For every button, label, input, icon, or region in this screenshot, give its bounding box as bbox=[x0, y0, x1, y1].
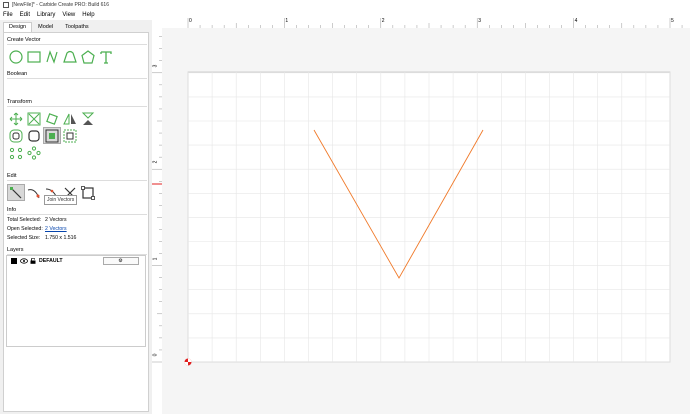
align-icon[interactable] bbox=[61, 127, 79, 144]
bounding-box-icon[interactable] bbox=[79, 184, 97, 201]
eye-icon[interactable] bbox=[20, 258, 28, 264]
menu-view[interactable]: View bbox=[62, 12, 75, 18]
design-panel: Create Vector Boolean Transform Edit Inf… bbox=[3, 32, 149, 412]
align-center-icon[interactable] bbox=[43, 127, 61, 144]
node-edit-icon[interactable] bbox=[7, 184, 25, 201]
window-title: [NewFile]* - Carbide Create PRO: Build 6… bbox=[12, 2, 109, 8]
tab-model[interactable]: Model bbox=[32, 22, 59, 32]
tab-toolpaths[interactable]: Toolpaths bbox=[59, 22, 95, 32]
ruler-x-label: 4 bbox=[574, 18, 578, 24]
ruler-x-label: 3 bbox=[478, 18, 481, 24]
layer-name: DEFAULT bbox=[39, 258, 63, 264]
info-label: Total Selected: bbox=[7, 216, 42, 223]
ruler-y-label: 0 bbox=[152, 353, 159, 357]
ruler-y-label: 1 bbox=[152, 257, 159, 260]
origin-icon bbox=[184, 358, 192, 366]
tab-bar: Design Model Toolpaths bbox=[3, 22, 95, 32]
array-icon[interactable] bbox=[7, 144, 25, 161]
rectangle-icon[interactable] bbox=[25, 48, 43, 65]
section-header: Create Vector bbox=[7, 37, 147, 45]
section-header: Edit bbox=[7, 173, 147, 181]
ruler-x-label: 5 bbox=[671, 18, 674, 24]
gear-icon: ⚙ bbox=[118, 258, 123, 264]
layer-row[interactable]: DEFAULT ⚙ bbox=[7, 256, 145, 266]
open-selected-link[interactable]: 2 Vectors bbox=[45, 226, 67, 232]
layer-color-swatch[interactable] bbox=[11, 258, 17, 264]
section-header: Boolean bbox=[7, 71, 147, 79]
move-icon[interactable] bbox=[7, 110, 25, 127]
polyline-icon[interactable] bbox=[43, 48, 61, 65]
menu-library[interactable]: Library bbox=[37, 12, 55, 18]
tab-design[interactable]: Design bbox=[3, 22, 33, 32]
offset-icon[interactable] bbox=[7, 127, 25, 144]
menu-edit[interactable]: Edit bbox=[20, 12, 30, 18]
tooltip: Join Vectors bbox=[44, 195, 78, 205]
circle-icon[interactable] bbox=[7, 48, 25, 65]
layers-list: DEFAULT ⚙ bbox=[6, 255, 146, 347]
layers-section: Layers bbox=[7, 247, 147, 255]
total-selected-row: Total Selected: 2 Vectors bbox=[7, 215, 147, 224]
design-canvas[interactable]: 0 1 2 3 4 5 3 2 1 0 bbox=[152, 18, 690, 414]
info-value: 2 Vectors bbox=[45, 216, 67, 223]
rotate-icon[interactable] bbox=[43, 110, 61, 127]
info-value: 1.750 x 1.516 bbox=[45, 234, 77, 241]
ruler-x-label: 0 bbox=[189, 18, 192, 24]
scale-icon[interactable] bbox=[25, 110, 43, 127]
trim-icon[interactable] bbox=[25, 184, 43, 201]
menu-help[interactable]: Help bbox=[82, 12, 94, 18]
mirror-icon[interactable] bbox=[61, 110, 79, 127]
menu-file[interactable]: File bbox=[3, 12, 13, 18]
selected-size-row: Selected Size: 1.750 x 1.516 bbox=[7, 233, 147, 242]
layer-settings-button[interactable]: ⚙ bbox=[102, 257, 139, 265]
info-section: Info Total Selected: 2 Vectors Open Sele… bbox=[7, 207, 147, 242]
create-vector-section: Create Vector bbox=[7, 37, 147, 65]
boolean-section: Boolean bbox=[7, 71, 147, 79]
ruler-y-label: 2 bbox=[152, 160, 159, 164]
ruler-x-label: 1 bbox=[285, 18, 289, 24]
fillet-icon[interactable] bbox=[25, 127, 43, 144]
section-header: Transform bbox=[7, 99, 147, 107]
text-icon[interactable] bbox=[97, 48, 115, 65]
info-label: Open Selected: bbox=[7, 225, 43, 232]
section-header: Layers bbox=[7, 247, 147, 255]
title-bar: [NewFile]* - Carbide Create PRO: Build 6… bbox=[0, 0, 690, 10]
polygon-icon[interactable] bbox=[79, 48, 97, 65]
circular-array-icon[interactable] bbox=[25, 144, 43, 161]
flip-icon[interactable] bbox=[79, 110, 97, 127]
open-selected-row: Open Selected: 2 Vectors bbox=[7, 224, 147, 233]
app-icon bbox=[3, 2, 9, 8]
section-header: Info bbox=[7, 207, 147, 215]
lock-icon[interactable] bbox=[30, 258, 36, 264]
transform-section: Transform bbox=[7, 99, 147, 161]
ruler-y-label: 3 bbox=[152, 64, 159, 68]
info-label: Selected Size: bbox=[7, 234, 41, 241]
curve-icon[interactable] bbox=[61, 48, 79, 65]
ruler-x-label: 2 bbox=[381, 18, 385, 24]
horizontal-ruler bbox=[152, 18, 690, 28]
